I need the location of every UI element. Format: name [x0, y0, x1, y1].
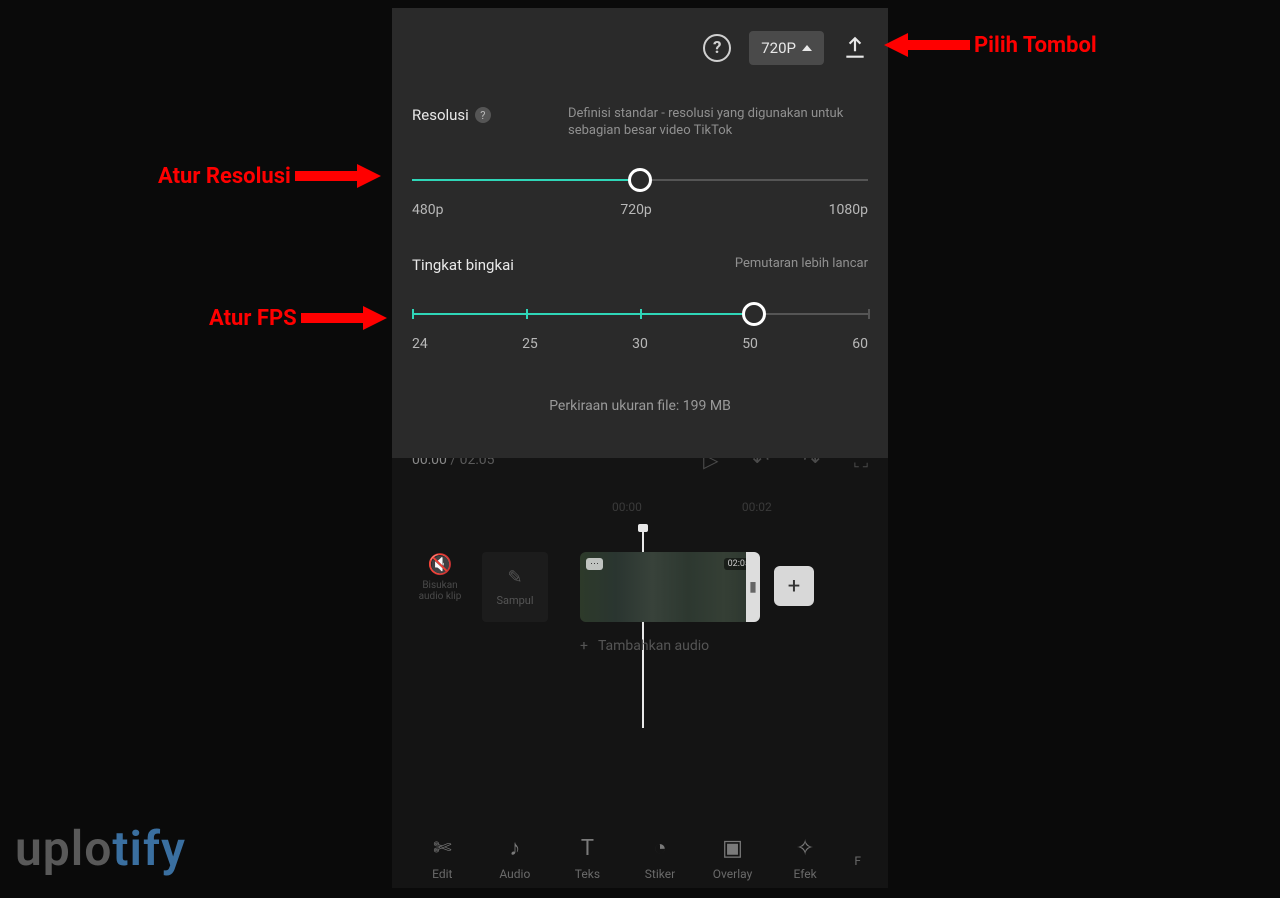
resolution-slider[interactable]	[412, 168, 868, 192]
toolbar-sticker[interactable]: ◔ Stiker	[630, 835, 690, 881]
slider-label: 50	[742, 336, 758, 352]
toolbar-audio[interactable]: ♪ Audio	[485, 835, 545, 881]
toolbar-label: Stiker	[645, 867, 675, 881]
slider-thumb[interactable]	[628, 168, 652, 192]
resolution-title: Resolusi	[412, 106, 469, 124]
arrow-right-icon	[295, 161, 381, 191]
slider-label: 480p	[412, 202, 443, 218]
export-panel: ? 720P Resolusi ? Definisi standar	[392, 8, 888, 458]
slider-label: 24	[412, 336, 428, 352]
ruler-time: 00:00	[612, 500, 642, 514]
estimated-filesize: Perkiraan ukuran file: 199 MB	[412, 398, 868, 414]
slider-label: 60	[852, 336, 868, 352]
slider-label: 25	[522, 336, 538, 352]
pencil-icon: ✎	[507, 567, 522, 588]
triangle-up-icon	[802, 45, 812, 51]
toolbar-edit[interactable]: ✄ Edit	[412, 836, 472, 881]
toolbar-text[interactable]: T Teks	[557, 836, 617, 881]
sticker-icon: ◔	[630, 835, 690, 861]
framerate-description: Pemutaran lebih lancar	[735, 256, 868, 273]
scissors-icon: ✄	[412, 836, 472, 861]
bottom-toolbar: ✄ Edit ♪ Audio T Teks ◔ Stiker ▣ Overlay…	[392, 818, 888, 898]
app-container: 00:00 / 02:05 ▷ ↶ ↷ ⛶ 00:00 00:02 🔇 Bisu…	[392, 8, 888, 888]
export-top-bar: ? 720P	[412, 28, 868, 68]
annotation-atur-fps: Atur FPS	[209, 303, 387, 333]
add-audio-button[interactable]: + Tambahkan audio	[580, 638, 760, 654]
toolbar-overlay[interactable]: ▣ Overlay	[703, 836, 763, 881]
speaker-mute-icon: 🔇	[412, 552, 468, 576]
framerate-labels: 24 25 30 50 60	[412, 336, 868, 352]
toolbar-effect[interactable]: ✧ Efek	[775, 836, 835, 881]
slider-fill	[412, 313, 754, 315]
sparkle-icon: ✧	[775, 836, 835, 861]
slider-label: 30	[632, 336, 648, 352]
resolution-dropdown[interactable]: 720P	[749, 31, 824, 65]
ruler-times: 00:00 00:02	[612, 500, 868, 514]
timeline-left-controls: 🔇 Bisukan audio klip ✎ Sampul	[412, 552, 548, 622]
slider-label: 720p	[620, 202, 651, 218]
cover-button[interactable]: ✎ Sampul	[482, 552, 548, 622]
clip-options-icon[interactable]: ⋯	[586, 558, 603, 570]
export-button[interactable]	[842, 35, 868, 61]
watermark-part2: tify	[112, 820, 186, 877]
slider-thumb[interactable]	[742, 302, 766, 326]
ruler-time: 00:02	[742, 500, 772, 514]
toolbar-label: F	[854, 854, 861, 868]
slider-tick	[868, 309, 870, 319]
slider-fill	[412, 179, 640, 181]
timeline: 🔇 Bisukan audio klip ✎ Sampul ⋯ 02:05 ▮ …	[412, 552, 868, 654]
annotation-text: Atur Resolusi	[158, 164, 291, 189]
annotation-pilih-tombol: Pilih Tombol	[884, 30, 1097, 60]
toolbar-label: Efek	[793, 867, 816, 881]
framerate-title: Tingkat bingkai	[412, 256, 514, 274]
resolution-description: Definisi standar - resolusi yang digunak…	[568, 106, 868, 140]
plus-icon: +	[580, 638, 588, 654]
resolution-head: Resolusi ? Definisi standar - resolusi y…	[412, 106, 868, 140]
resolution-dropdown-label: 720P	[761, 39, 796, 57]
video-clip[interactable]: ⋯ 02:05 ▮	[580, 552, 760, 622]
toolbar-label: Edit	[432, 867, 452, 881]
watermark-part1: uplo	[15, 820, 112, 877]
slider-label: 1080p	[829, 202, 868, 218]
overlay-icon: ▣	[703, 836, 763, 861]
add-clip-button[interactable]: +	[774, 566, 814, 606]
resolution-labels: 480p 720p 1080p	[412, 202, 868, 218]
music-icon: ♪	[485, 835, 545, 861]
toolbar-label: Teks	[575, 867, 600, 881]
question-icon[interactable]: ?	[475, 107, 491, 123]
annotation-text: Pilih Tombol	[974, 33, 1097, 58]
framerate-section: Tingkat bingkai Pemutaran lebih lancar 2…	[412, 256, 868, 352]
cover-label: Sampul	[496, 594, 533, 607]
arrow-right-icon	[301, 303, 387, 333]
framerate-slider[interactable]	[412, 302, 868, 326]
mute-clip-audio[interactable]: 🔇 Bisukan audio klip	[412, 552, 468, 602]
annotation-text: Atur FPS	[209, 306, 297, 331]
add-audio-label: Tambahkan audio	[598, 638, 709, 654]
toolbar-label: Overlay	[713, 867, 752, 881]
annotation-atur-resolusi: Atur Resolusi	[158, 161, 381, 191]
arrow-left-icon	[884, 30, 970, 60]
watermark: uplotify	[15, 820, 186, 877]
text-icon: T	[557, 836, 617, 861]
help-icon[interactable]: ?	[703, 34, 731, 62]
mute-label: Bisukan audio klip	[419, 580, 462, 602]
clip-handle-right[interactable]: ▮	[746, 552, 760, 622]
clip-area: ⋯ 02:05 ▮ + + Tambahkan audio	[580, 552, 760, 654]
editor-underlay: 00:00 / 02:05 ▷ ↶ ↷ ⛶ 00:00 00:02 🔇 Bisu…	[392, 448, 888, 898]
resolution-section: Resolusi ? Definisi standar - resolusi y…	[412, 106, 868, 218]
toolbar-label: Audio	[499, 867, 530, 881]
framerate-head: Tingkat bingkai Pemutaran lebih lancar	[412, 256, 868, 274]
toolbar-more[interactable]: F	[848, 848, 868, 868]
